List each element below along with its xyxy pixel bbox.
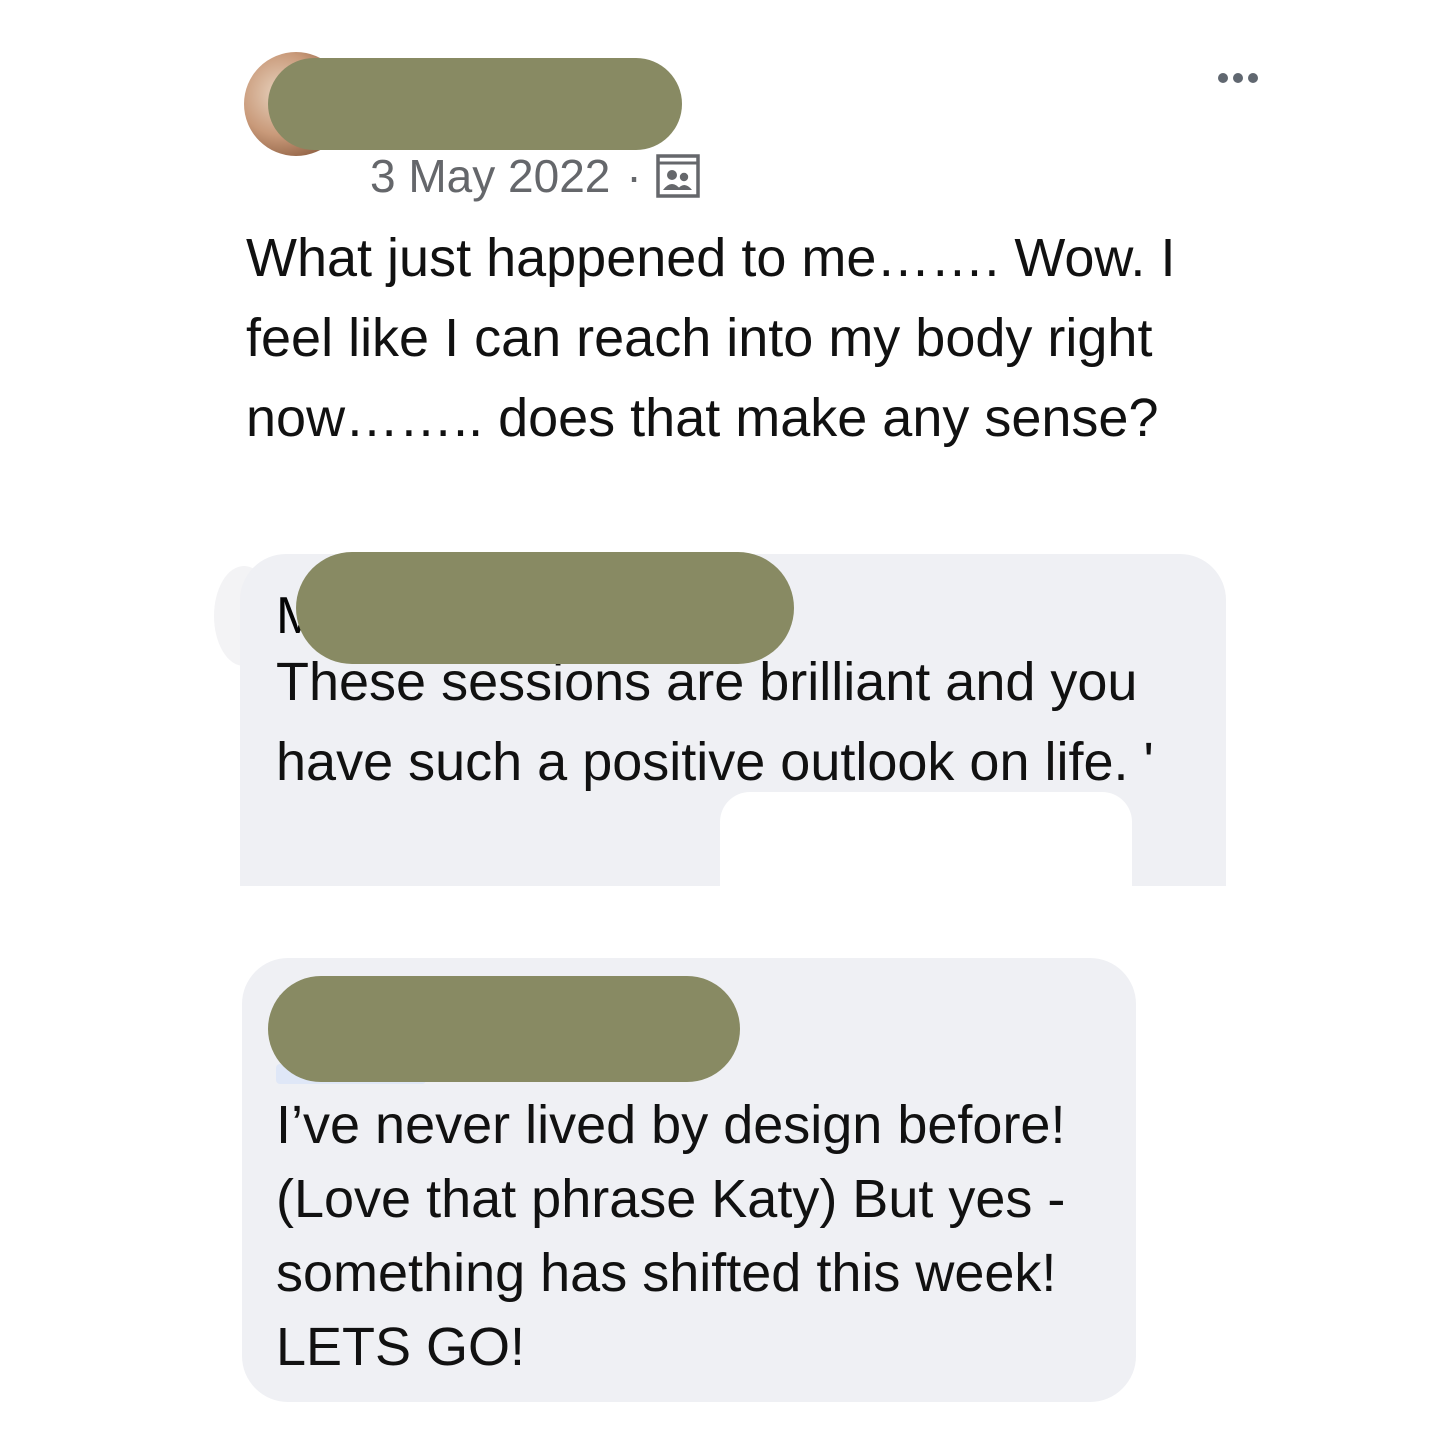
- more-horizontal-icon: [1233, 73, 1243, 83]
- more-horizontal-icon: [1248, 73, 1258, 83]
- meta-separator: ·: [626, 150, 642, 202]
- whiteout-redaction: [720, 792, 1132, 888]
- post-meta: 3 May 2022 ·: [370, 146, 700, 206]
- redacted-comment-author: [296, 552, 794, 664]
- redacted-comment-author: [268, 976, 740, 1082]
- more-horizontal-icon: [1218, 73, 1228, 83]
- people-icon[interactable]: [655, 153, 700, 199]
- comment-text: These sessions are brilliant and you hav…: [276, 652, 1154, 792]
- post-body: What just happened to me……. Wow. I feel …: [246, 228, 1176, 448]
- comment-text: I’ve never lived by design before! (Love…: [276, 1095, 1066, 1377]
- post-date[interactable]: 3 May 2022: [370, 149, 610, 203]
- more-options-button[interactable]: [1208, 60, 1268, 96]
- redacted-author-name: [268, 58, 682, 150]
